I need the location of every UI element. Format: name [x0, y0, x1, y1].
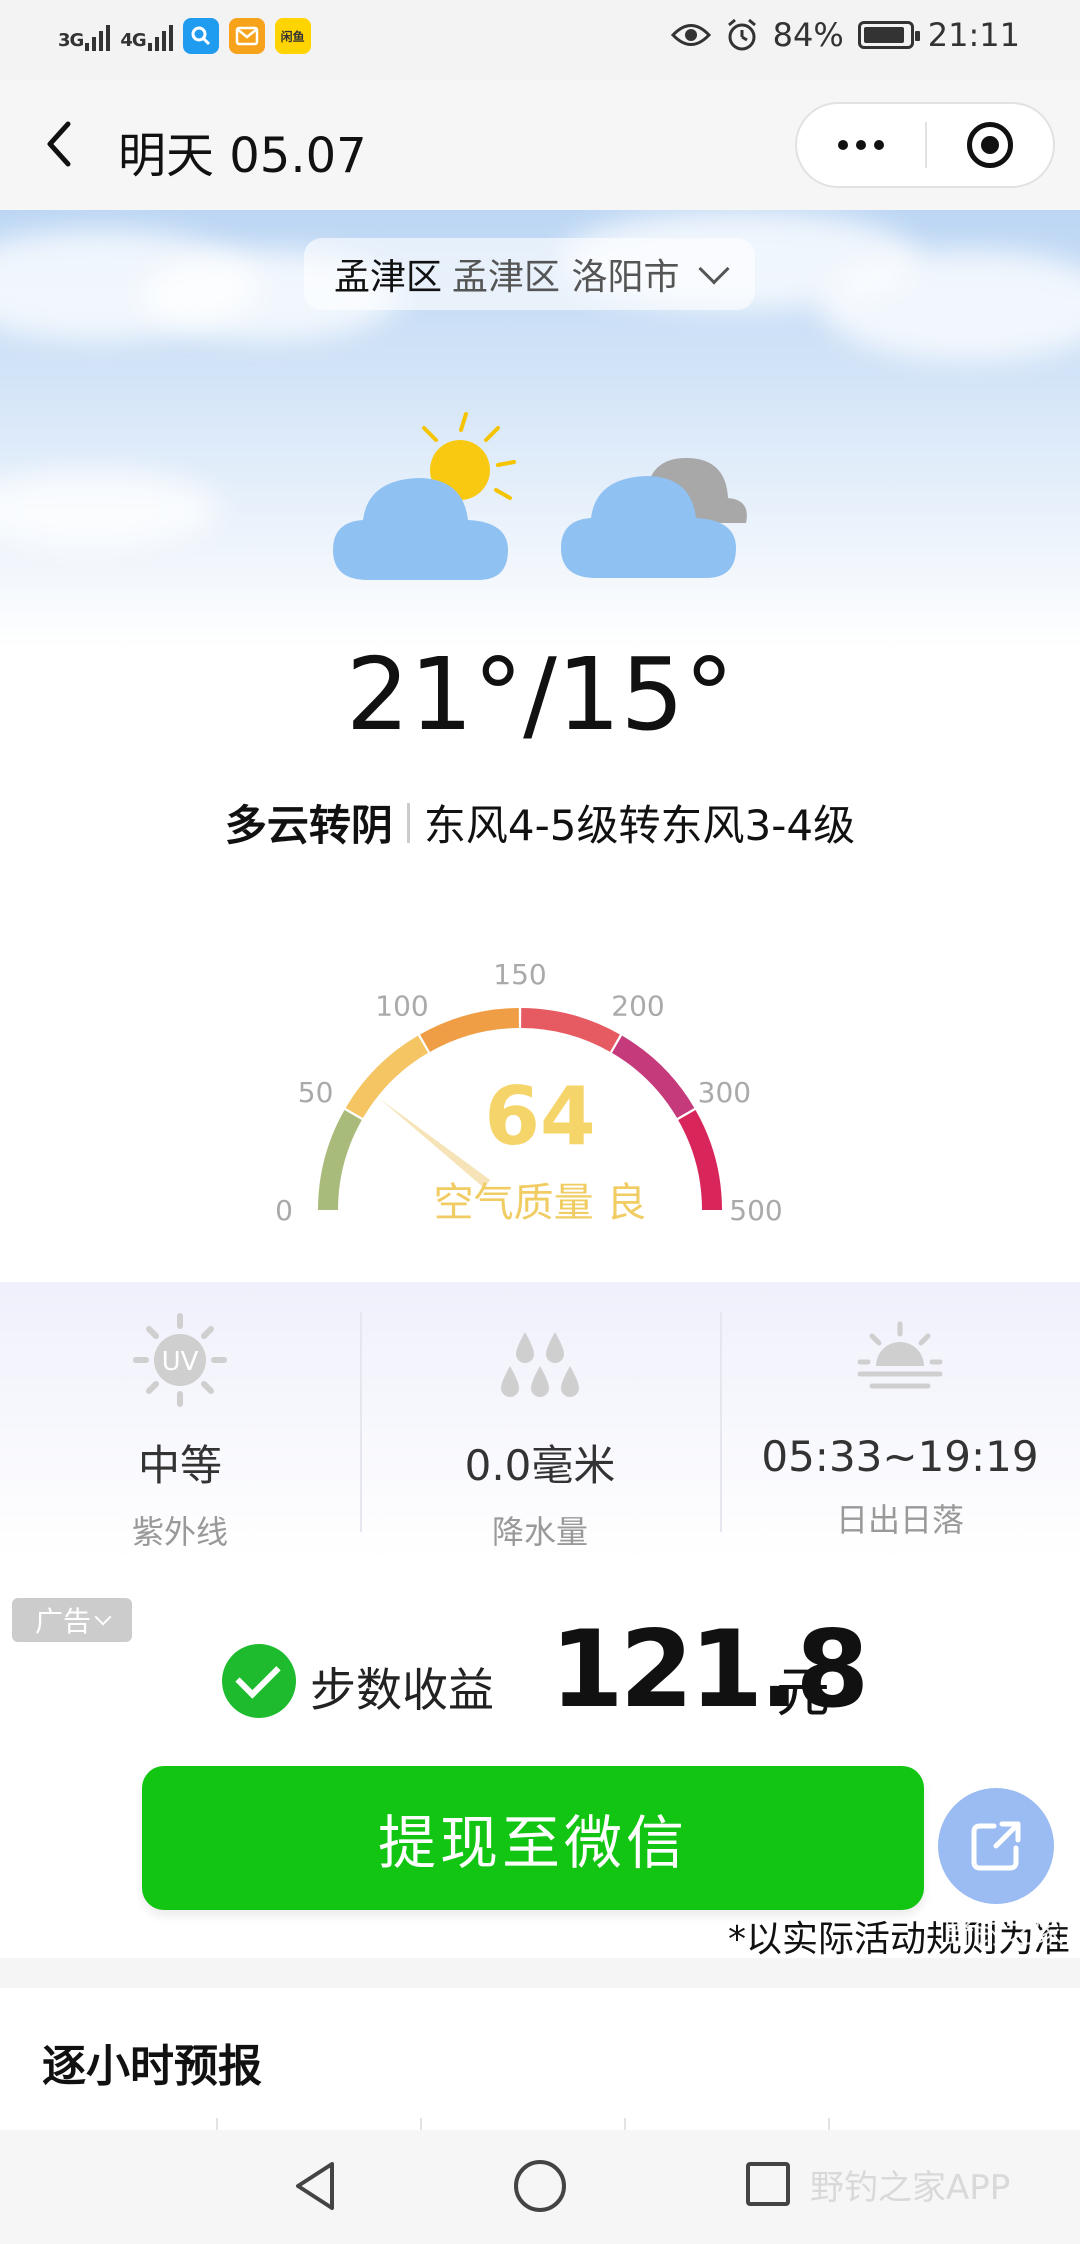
signal-3g-label: 3G: [58, 30, 84, 51]
stat-uv: UV 中等 紫外线: [0, 1282, 360, 1562]
sunrise-value: 05:33~19:19: [761, 1432, 1039, 1481]
step-earnings-label: 步数收益: [310, 1663, 494, 1717]
gauge-tick-label: 200: [611, 990, 664, 1023]
share-icon: [971, 1821, 1021, 1871]
stat-sunrise: 05:33~19:19 日出日落: [720, 1282, 1080, 1562]
partly-cloudy-icon: [333, 412, 516, 580]
miniprogram-capsule: [795, 102, 1055, 188]
gauge-segment: [420, 1008, 520, 1052]
watermark-text: 野钓之家: [944, 1916, 1064, 1951]
clock: 21:11: [927, 16, 1020, 54]
nav-home-icon[interactable]: [514, 2160, 566, 2212]
step-earnings-unit: 元: [776, 1661, 830, 1724]
uv-value: 中等: [137, 1441, 222, 1490]
status-bar: 3G 4G 闲鱼 84% 21:11: [0, 0, 1080, 80]
xianyu-app-label: 闲鱼: [280, 29, 305, 44]
nav-recent-icon[interactable]: [746, 2162, 790, 2206]
uv-label: 紫外线: [131, 1513, 228, 1551]
ad-badge-label: 广告: [34, 1605, 91, 1638]
uv-sun-icon: UV: [133, 1313, 227, 1407]
section-divider: [0, 1958, 1080, 1988]
location-sub: 孟津区 洛阳市: [452, 257, 680, 298]
more-dots-icon[interactable]: [797, 104, 925, 186]
signal-3g-icon: 3G: [58, 21, 111, 51]
gauge-tick-label: 150: [493, 958, 546, 991]
alarm-icon: [727, 18, 756, 51]
search-app-icon: [182, 18, 219, 54]
mail-app-icon: [228, 18, 265, 54]
xianyu-app-icon: 闲鱼: [274, 18, 311, 54]
ad-badge[interactable]: 广告: [12, 1598, 132, 1642]
status-left: 3G 4G 闲鱼: [58, 18, 311, 54]
gauge-segment: [520, 1008, 620, 1052]
nav-back-icon[interactable]: [290, 2158, 340, 2214]
bg-cloud: [0, 470, 220, 550]
status-right: 84% 21:11: [670, 16, 1020, 54]
wind-info: 东风4-5级转东风3-4级: [423, 801, 856, 850]
weather-description: 多云转阴 东风4-5级转东风3-4级: [0, 792, 1080, 853]
page-header: 明天 05.07: [0, 80, 1080, 210]
check-icon: [222, 1644, 296, 1718]
target-circle-icon: [966, 122, 1013, 168]
aqi-value: 64: [484, 1070, 596, 1163]
chevron-down-icon: [94, 1608, 112, 1626]
weather-condition: 多云转阴: [224, 801, 393, 850]
aqi-label: 空气质量 良: [433, 1180, 647, 1226]
location-selector[interactable]: 孟津区 孟津区 洛阳市: [304, 238, 756, 310]
location-main: 孟津区: [334, 257, 443, 298]
temperature-range: 21°/15°: [345, 636, 735, 753]
chevron-down-icon: [698, 253, 731, 285]
sunrise-icon: [857, 1321, 943, 1389]
weather-stats: UV 中等 紫外线 0.0毫米 降水量 05:33~19:19 日出日落: [0, 1282, 1080, 1562]
battery-icon: [857, 21, 920, 49]
system-nav-bar: 野钓之家APP: [0, 2130, 1080, 2244]
weather-hero: 孟津区 孟津区 洛阳市: [0, 210, 1080, 650]
gauge-tick-label: 100: [375, 990, 428, 1023]
share-button[interactable]: [938, 1788, 1054, 1904]
withdraw-to-wechat-button[interactable]: 提现至微信: [142, 1766, 924, 1910]
raindrops-icon: [501, 1332, 579, 1397]
hourly-forecast-title: 逐小时预报: [42, 2041, 262, 2092]
page-title: 明天 05.07: [118, 128, 367, 184]
sunrise-label: 日出日落: [835, 1501, 964, 1539]
eye-icon: [670, 24, 711, 46]
stat-precipitation: 0.0毫米 降水量: [360, 1282, 720, 1562]
svg-text:UV: UV: [162, 1347, 199, 1377]
precipitation-value: 0.0毫米: [464, 1441, 616, 1490]
signal-4g-icon: 4G: [120, 21, 173, 51]
back-arrow-icon[interactable]: [40, 118, 80, 170]
nav-watermark: 野钓之家APP: [810, 2168, 1011, 2208]
overcast-icon: [561, 458, 747, 578]
precipitation-label: 降水量: [491, 1513, 588, 1551]
close-miniprogram-button[interactable]: [927, 104, 1053, 186]
hourly-columns: [0, 2118, 1080, 2130]
desc-divider: [406, 802, 410, 843]
battery-percent: 84%: [772, 16, 844, 54]
signal-4g-label: 4G: [120, 30, 146, 51]
